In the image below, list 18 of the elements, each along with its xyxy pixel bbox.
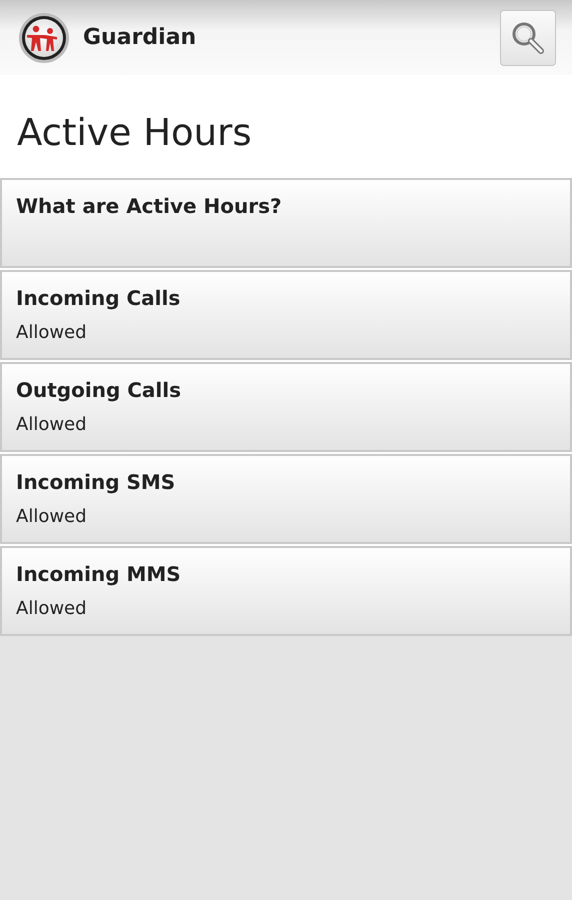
item-title: Incoming MMS (16, 562, 181, 586)
app-logo-icon (17, 10, 71, 64)
page-title: Active Hours (0, 75, 572, 178)
settings-item[interactable]: What are Active Hours? (0, 178, 572, 268)
settings-item[interactable]: Incoming Calls Allowed (0, 270, 572, 360)
item-title: Incoming SMS (16, 470, 176, 494)
settings-item[interactable]: Outgoing Calls Allowed (0, 362, 572, 452)
search-button[interactable] (500, 10, 556, 66)
item-title: What are Active Hours? (16, 194, 282, 218)
item-status: Allowed (16, 598, 87, 619)
settings-item[interactable]: Incoming SMS Allowed (0, 454, 572, 544)
item-status: Allowed (16, 506, 87, 527)
item-title: Incoming Calls (16, 286, 180, 310)
app-title: Guardian (83, 25, 198, 50)
item-status: Allowed (16, 414, 87, 435)
item-title: Outgoing Calls (16, 378, 182, 402)
item-status: Allowed (16, 322, 87, 343)
settings-item[interactable]: Incoming MMS Allowed (0, 546, 572, 636)
